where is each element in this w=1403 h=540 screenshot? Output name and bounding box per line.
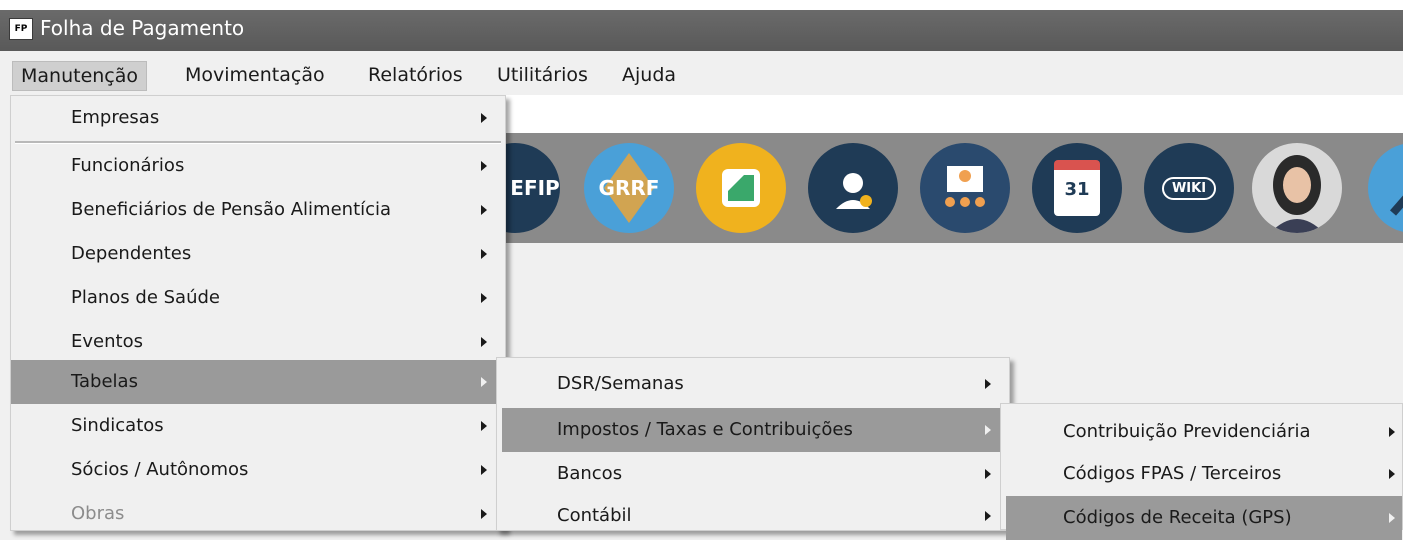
menu-item-contribuicao-previdenciaria[interactable]: Contribuição Previdenciária <box>1001 410 1402 454</box>
submenu-arrow-icon <box>481 377 487 387</box>
menu-item-impostos-taxas[interactable]: Impostos / Taxas e Contribuições <box>502 408 1004 452</box>
menu-item-dependentes[interactable]: Dependentes <box>11 232 505 276</box>
toolbar: EFIP GRRF 31 WIKI <box>470 133 1403 243</box>
submenu-arrow-icon <box>985 469 991 479</box>
submenu-arrow-icon <box>481 293 487 303</box>
menu-ajuda[interactable]: Ajuda <box>614 61 684 91</box>
menu-item-label: Empresas <box>71 107 160 128</box>
arrow-glyph <box>1389 195 1403 216</box>
calendar-icon[interactable]: 31 <box>1032 143 1122 233</box>
submenu-arrow-icon <box>481 337 487 347</box>
sefip-label: EFIP <box>510 176 560 200</box>
menu-item-dsr-semanas[interactable]: DSR/Semanas <box>497 362 1009 406</box>
menu-item-empresas[interactable]: Empresas <box>11 96 505 140</box>
menu-item-bancos[interactable]: Bancos <box>497 452 1009 496</box>
submenu-arrow-icon <box>985 379 991 389</box>
menu-item-planos-de-saude[interactable]: Planos de Saúde <box>11 276 505 320</box>
menu-item-label: Contribuição Previdenciária <box>1063 421 1311 442</box>
submenu-arrow-icon <box>481 113 487 123</box>
content-bar <box>500 95 1403 134</box>
menu-item-label: Planos de Saúde <box>71 287 220 308</box>
support-agent-icon[interactable] <box>808 143 898 233</box>
menu-item-eventos[interactable]: Eventos <box>11 320 505 364</box>
menu-item-codigos-fpas[interactable]: Códigos FPAS / Terceiros <box>1001 452 1402 496</box>
menu-item-tabelas[interactable]: Tabelas <box>11 360 505 404</box>
menu-tabelas-dropdown: DSR/Semanas Impostos / Taxas e Contribui… <box>496 357 1010 531</box>
menu-item-label: Impostos / Taxas e Contribuições <box>557 419 853 440</box>
wiki-icon[interactable]: WIKI <box>1144 143 1234 233</box>
submenu-arrow-icon <box>985 425 991 435</box>
menu-item-label: Funcionários <box>71 155 185 176</box>
submenu-arrow-icon <box>481 249 487 259</box>
menu-manutencao[interactable]: Manutenção <box>12 61 148 91</box>
submenu-arrow-icon <box>1389 427 1395 437</box>
meeting-glyph <box>945 166 985 207</box>
menu-item-label: Eventos <box>71 331 143 352</box>
menu-item-label: Bancos <box>557 463 623 484</box>
submenu-arrow-icon <box>481 205 487 215</box>
document-icon[interactable] <box>696 143 786 233</box>
menu-item-label: Sócios / Autônomos <box>71 459 249 480</box>
menu-item-label: Dependentes <box>71 243 192 264</box>
grrf-icon[interactable]: GRRF <box>584 143 674 233</box>
menu-item-sindicatos[interactable]: Sindicatos <box>11 404 505 448</box>
menu-item-socios-autonomos[interactable]: Sócios / Autônomos <box>11 448 505 492</box>
support-agent-glyph <box>836 173 872 209</box>
menu-item-obras[interactable]: Obras <box>11 492 505 536</box>
submenu-arrow-icon <box>1389 513 1395 523</box>
menu-item-label: Sindicatos <box>71 415 164 436</box>
submenu-arrow-icon <box>481 421 487 431</box>
menu-impostos-dropdown: Contribuição Previdenciária Códigos FPAS… <box>1000 403 1403 540</box>
assistant-avatar-glyph <box>1270 155 1324 233</box>
menu-item-beneficiarios[interactable]: Beneficiários de Pensão Alimentícia <box>11 188 505 232</box>
menu-utilitarios[interactable]: Utilitários <box>489 61 596 91</box>
title-bar: FP Folha de Pagamento <box>0 0 1403 51</box>
menu-item-label: Contábil <box>557 505 632 526</box>
menu-item-label: DSR/Semanas <box>557 373 684 394</box>
calendar-day: 31 <box>1054 160 1100 216</box>
menu-item-label: Obras <box>71 503 125 524</box>
menu-item-contabil[interactable]: Contábil <box>497 494 1009 538</box>
menu-item-funcionarios[interactable]: Funcionários <box>11 144 505 188</box>
menu-bar: Manutenção Movimentação Relatórios Utili… <box>0 51 1403 95</box>
submenu-arrow-icon <box>1389 469 1395 479</box>
wiki-label: WIKI <box>1161 176 1217 200</box>
meeting-icon[interactable] <box>920 143 1010 233</box>
submenu-arrow-icon <box>481 465 487 475</box>
menu-item-label: Tabelas <box>71 371 138 392</box>
menu-movimentacao[interactable]: Movimentação <box>177 61 333 91</box>
window-title: Folha de Pagamento <box>40 16 245 40</box>
menu-item-label: Beneficiários de Pensão Alimentícia <box>71 199 392 220</box>
grrf-label: GRRF <box>598 176 660 200</box>
app-icon: FP <box>9 18 33 40</box>
submenu-arrow-icon <box>481 509 487 519</box>
assistant-avatar-icon[interactable] <box>1252 143 1342 233</box>
submenu-arrow-icon <box>481 161 487 171</box>
menu-item-codigos-receita-gps[interactable]: Códigos de Receita (GPS) <box>1006 496 1402 540</box>
menu-item-label: Códigos FPAS / Terceiros <box>1063 463 1282 484</box>
menu-relatorios[interactable]: Relatórios <box>360 61 471 91</box>
submenu-arrow-icon <box>985 511 991 521</box>
arrow-icon[interactable] <box>1368 143 1403 233</box>
document-glyph <box>722 169 760 207</box>
menu-item-label: Códigos de Receita (GPS) <box>1063 507 1292 528</box>
menu-manutencao-dropdown: Empresas Funcionários Beneficiários de P… <box>10 95 506 531</box>
